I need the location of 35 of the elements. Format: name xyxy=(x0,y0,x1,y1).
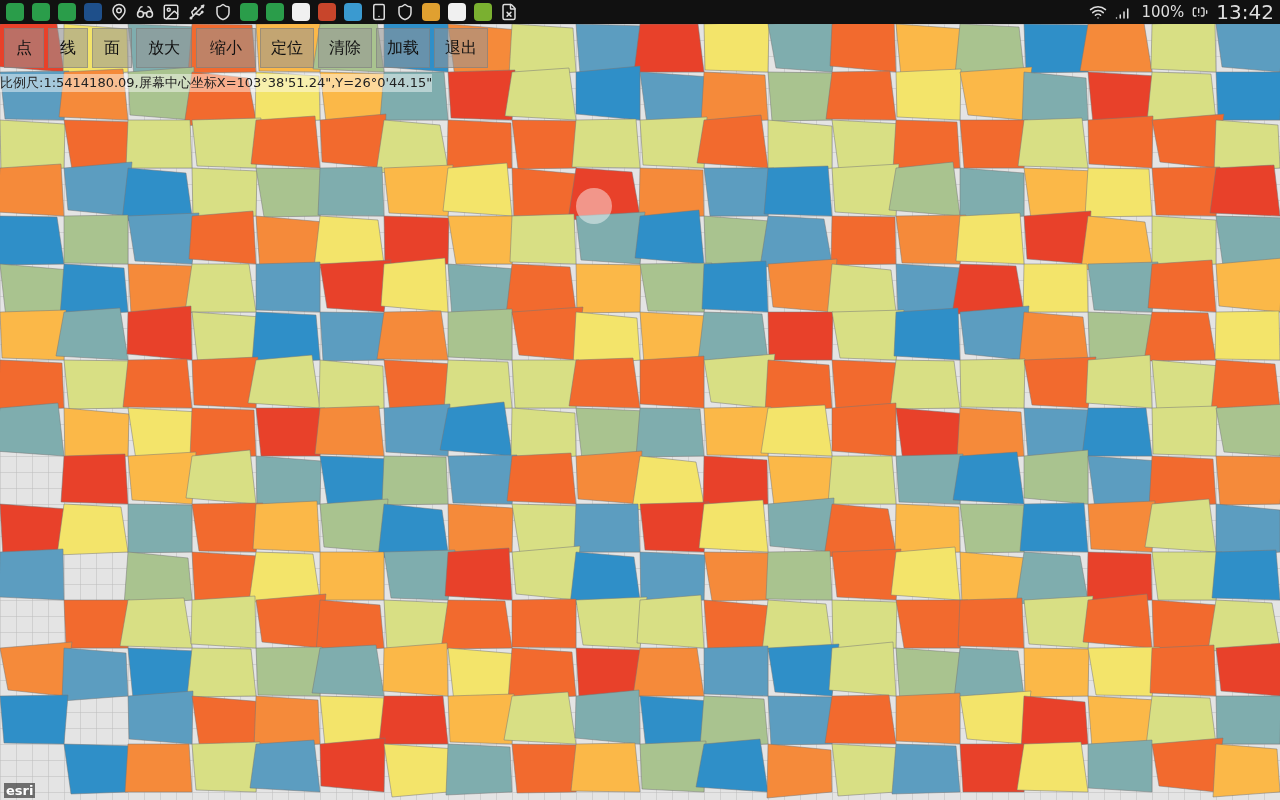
battery-percent: 100% xyxy=(1141,3,1185,21)
tool-button[interactable]: 放大 xyxy=(136,28,192,68)
tool-button[interactable]: 点 xyxy=(4,28,44,68)
app-icon[interactable] xyxy=(318,3,336,21)
app-icon[interactable] xyxy=(58,3,76,21)
usb-icon xyxy=(188,3,206,21)
location-circle xyxy=(576,188,612,224)
app-icon[interactable] xyxy=(344,3,362,21)
tool-button[interactable]: 清除 xyxy=(318,28,372,68)
shield-icon xyxy=(214,3,232,21)
scale-info: 比例尺:1:5414180.09,屏幕中心坐标X=103°38'51.24",Y=26°0'44.15" xyxy=(0,74,433,92)
app-icon[interactable] xyxy=(266,3,284,21)
tool-button[interactable]: 面 xyxy=(92,28,132,68)
tool-button[interactable]: 线 xyxy=(48,28,88,68)
phone-icon xyxy=(370,3,388,21)
tool-button[interactable]: 加载 xyxy=(376,28,430,68)
app-icon[interactable] xyxy=(6,3,24,21)
clock: 13:42 xyxy=(1216,0,1274,24)
shield-icon xyxy=(396,3,414,21)
tool-button[interactable]: 定位 xyxy=(260,28,314,68)
tool-button[interactable]: 退出 xyxy=(434,28,488,68)
attribution: esri xyxy=(4,783,36,798)
app-icon[interactable] xyxy=(448,3,466,21)
app-icon[interactable] xyxy=(240,3,258,21)
app-icon[interactable] xyxy=(474,3,492,21)
app-icon[interactable] xyxy=(32,3,50,21)
tool-button[interactable]: 缩小 xyxy=(196,28,256,68)
battery-icon xyxy=(1192,4,1209,20)
wifi-icon xyxy=(1089,3,1108,21)
app-icon[interactable] xyxy=(422,3,440,21)
glasses-icon xyxy=(136,3,154,21)
map-pin-icon xyxy=(110,3,128,21)
app-icon[interactable] xyxy=(292,3,310,21)
image-icon xyxy=(162,3,180,21)
file-icon xyxy=(500,3,518,21)
